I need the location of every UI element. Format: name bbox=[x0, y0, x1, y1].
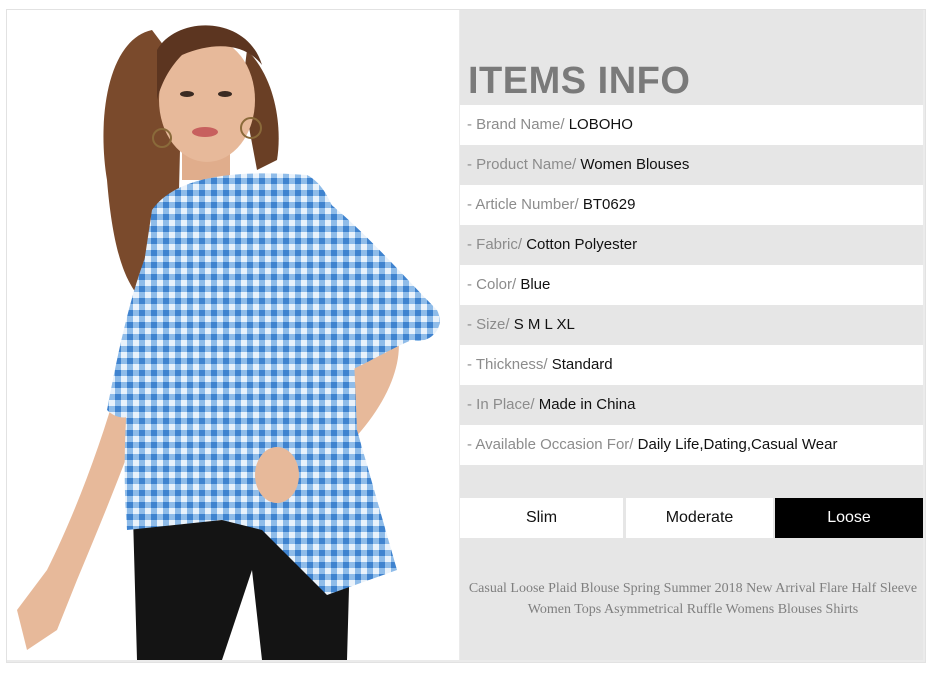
product-description: Casual Loose Plaid Blouse Spring Summer … bbox=[468, 581, 918, 617]
spec-row-size: - Size/ S M L XL bbox=[460, 305, 923, 345]
spec-label: - In Place/ bbox=[467, 396, 539, 413]
spec-label: - Available Occasion For/ bbox=[467, 436, 638, 453]
spec-row-available-occasion: - Available Occasion For/ Daily Life,Dat… bbox=[460, 425, 923, 465]
spec-row-thickness: - Thickness/ Standard bbox=[460, 345, 923, 385]
spec-label: - Article Number/ bbox=[467, 196, 583, 213]
items-info-title: ITEMS INFO bbox=[468, 60, 691, 102]
spec-label: - Color/ bbox=[467, 276, 521, 293]
fit-option-slim[interactable]: Slim bbox=[460, 498, 623, 538]
fit-option-loose[interactable]: Loose bbox=[775, 498, 923, 538]
spec-label: - Brand Name/ bbox=[467, 116, 569, 133]
spec-row-fabric: - Fabric/ Cotton Polyester bbox=[460, 225, 923, 265]
spec-label: - Fabric/ bbox=[467, 236, 527, 253]
fit-selector: Slim Moderate Loose bbox=[460, 498, 923, 538]
spec-value: Blue bbox=[520, 276, 551, 293]
spec-label: - Thickness/ bbox=[467, 356, 552, 373]
spec-value: Women Blouses bbox=[580, 156, 690, 173]
spec-label: - Size/ bbox=[467, 316, 514, 333]
spec-row-article-number: - Article Number/ BT0629 bbox=[460, 185, 923, 225]
spec-value: Cotton Polyester bbox=[526, 236, 638, 253]
spec-row-color: - Color/ Blue bbox=[460, 265, 923, 305]
fit-option-moderate[interactable]: Moderate bbox=[626, 498, 773, 538]
spec-row-in-place: - In Place/ Made in China bbox=[460, 385, 923, 425]
spec-value: LOBOHO bbox=[568, 116, 633, 133]
spec-value: Made in China bbox=[538, 396, 636, 413]
product-photo bbox=[7, 10, 459, 660]
model-illustration bbox=[17, 25, 440, 660]
spec-value: S M L XL bbox=[513, 316, 575, 333]
spec-row-product-name: - Product Name/ Women Blouses bbox=[460, 145, 923, 185]
spec-value: Daily Life,Dating,Casual Wear bbox=[637, 436, 838, 453]
spec-value: BT0629 bbox=[582, 196, 636, 213]
spec-value: Standard bbox=[551, 356, 613, 373]
items-info-panel: ITEMS INFO - Brand Name/ LOBOHO - Produc… bbox=[460, 10, 923, 660]
spec-label: - Product Name/ bbox=[467, 156, 581, 173]
spec-row-brand-name: - Brand Name/ LOBOHO bbox=[460, 105, 923, 145]
